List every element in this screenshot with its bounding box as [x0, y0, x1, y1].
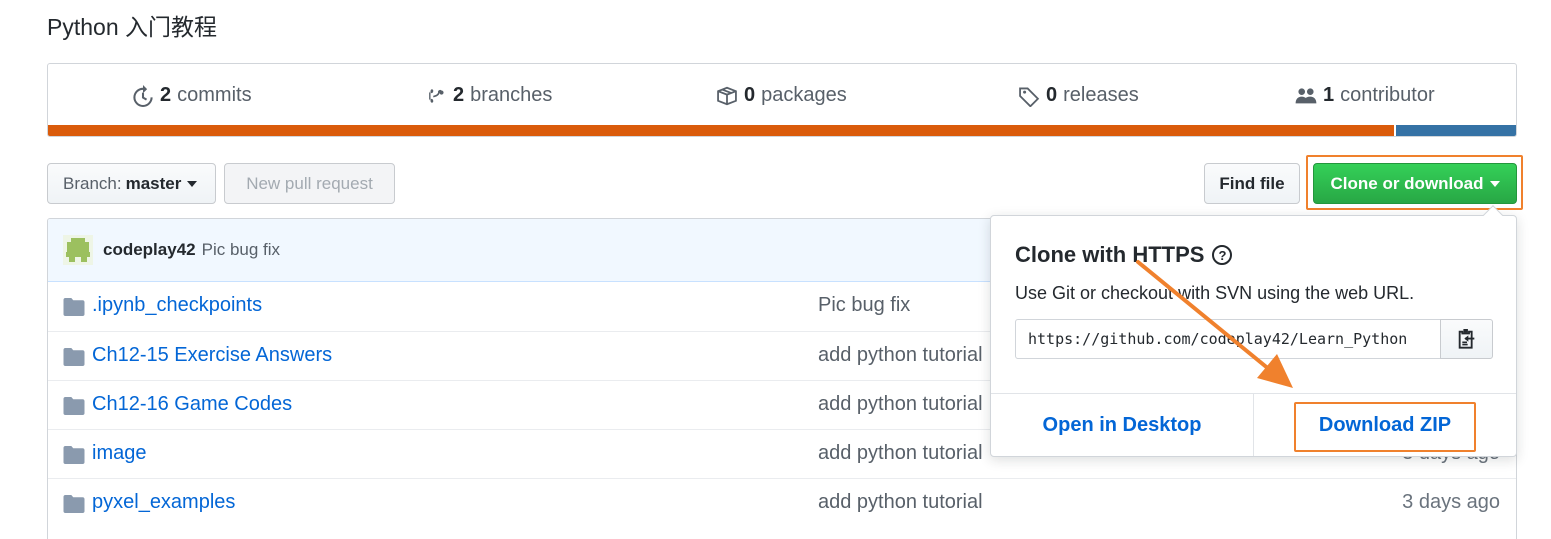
- stat-branches-count: 2: [453, 84, 465, 106]
- avatar[interactable]: [63, 235, 93, 265]
- file-name-link[interactable]: .ipynb_checkpoints: [92, 294, 262, 317]
- clone-dropdown-panel: Clone with HTTPS ? Use Git or checkout w…: [990, 205, 1517, 457]
- file-commit-message[interactable]: add python tutorial: [818, 491, 983, 514]
- stat-packages-label: packages: [761, 84, 847, 106]
- tag-icon: [1019, 87, 1040, 107]
- people-icon: [1295, 87, 1317, 103]
- stat-contributors-label: contributor: [1340, 84, 1435, 106]
- stat-packages[interactable]: 0 packages: [716, 84, 847, 107]
- file-commit-message[interactable]: add python tutorial: [818, 344, 983, 367]
- clone-title: Clone with HTTPS ?: [1015, 242, 1233, 268]
- stat-commits[interactable]: 2 commits: [132, 84, 252, 107]
- clone-actions: Open in Desktop Download ZIP: [991, 393, 1516, 456]
- commit-message[interactable]: Pic bug fix: [202, 240, 280, 260]
- file-commit-message[interactable]: add python tutorial: [818, 442, 983, 465]
- stat-packages-count: 0: [744, 84, 756, 106]
- stat-commits-label: commits: [177, 84, 252, 106]
- stat-commits-count: 2: [160, 84, 172, 106]
- stat-branches[interactable]: 2 branches: [425, 84, 552, 107]
- repo-description: Python 入门教程: [47, 14, 217, 40]
- clone-or-download-button[interactable]: Clone or download: [1313, 163, 1517, 204]
- caret-down-icon: [1489, 180, 1500, 187]
- folder-icon: [63, 446, 85, 464]
- history-icon: [133, 84, 153, 107]
- download-zip-button[interactable]: Download ZIP: [1253, 394, 1516, 456]
- branch-select-button[interactable]: Branch: master: [47, 163, 216, 204]
- file-commit-message[interactable]: Pic bug fix: [818, 294, 910, 317]
- new-pull-request-button[interactable]: New pull request: [224, 163, 395, 204]
- stat-contributors-count: 1: [1323, 84, 1335, 106]
- language-segment-primary[interactable]: [48, 125, 1395, 136]
- stat-branches-label: branches: [470, 84, 553, 106]
- file-name-link[interactable]: Ch12-15 Exercise Answers: [92, 344, 332, 367]
- copy-url-button[interactable]: [1440, 319, 1493, 359]
- branch-prefix: Branch:: [63, 173, 122, 193]
- open-in-desktop-button[interactable]: Open in Desktop: [991, 394, 1253, 456]
- file-age: 3 days ago: [1402, 491, 1500, 513]
- stat-contributors[interactable]: 1 contributor: [1295, 84, 1435, 107]
- file-name-link[interactable]: image: [92, 442, 146, 465]
- folder-icon: [63, 348, 85, 366]
- clone-button-label: Clone or download: [1330, 173, 1484, 193]
- clone-description: Use Git or checkout with SVN using the w…: [1015, 283, 1415, 303]
- branch-name: master: [125, 173, 182, 193]
- commit-author[interactable]: codeplay42: [103, 240, 196, 260]
- clipboard-icon: [1458, 329, 1474, 349]
- file-row: pyxel_examples add python tutorial 3 days …: [48, 478, 1516, 527]
- help-icon[interactable]: ?: [1212, 245, 1233, 265]
- stat-releases-count: 0: [1046, 84, 1058, 106]
- file-name-link[interactable]: Ch12-16 Game Codes: [92, 393, 292, 416]
- folder-icon: [63, 397, 85, 415]
- folder-icon: [63, 495, 85, 513]
- language-bar[interactable]: [48, 125, 1516, 136]
- stat-releases-label: releases: [1063, 84, 1139, 106]
- clone-url-input[interactable]: [1015, 319, 1441, 359]
- file-commit-message[interactable]: add python tutorial: [818, 393, 983, 416]
- repo-stats-summary: 2 commits 2 branches 0 packages 0 releas…: [47, 63, 1517, 137]
- branch-icon: [429, 88, 444, 103]
- language-segment-secondary[interactable]: [1394, 125, 1516, 136]
- caret-down-icon: [187, 180, 198, 187]
- stat-releases[interactable]: 0 releases: [1018, 84, 1139, 107]
- package-icon: [717, 86, 737, 105]
- find-file-button[interactable]: Find file: [1204, 163, 1300, 204]
- clone-title-text: Clone with HTTPS: [1015, 242, 1205, 267]
- file-name-link[interactable]: pyxel_examples: [92, 491, 235, 514]
- folder-icon: [63, 298, 85, 316]
